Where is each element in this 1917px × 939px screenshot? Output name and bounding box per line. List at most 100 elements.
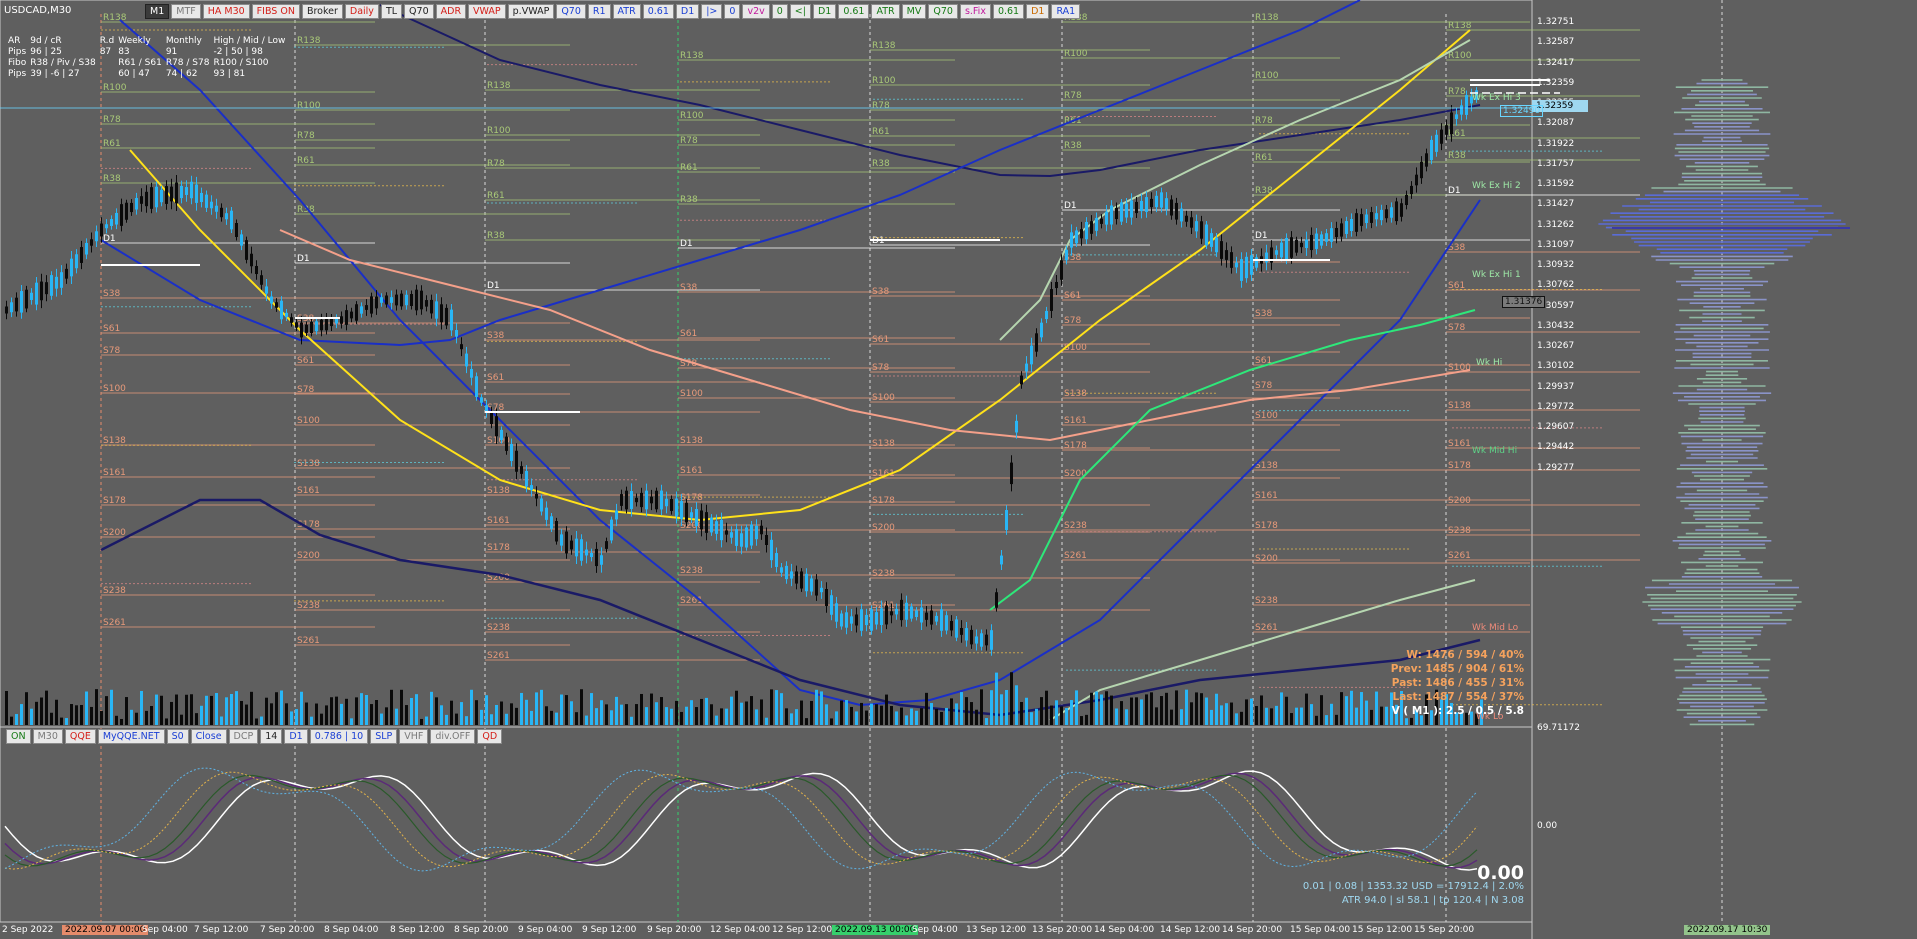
indicator-button-4[interactable]: S0 xyxy=(166,729,189,744)
indicator-button-1[interactable]: M30 xyxy=(32,729,63,744)
toolbar-button-26[interactable]: s.Fix xyxy=(959,4,991,19)
volume-bar xyxy=(1050,705,1053,725)
toolbar-button-17[interactable]: 0 xyxy=(724,4,741,19)
toolbar-button-16[interactable]: |> xyxy=(701,4,723,19)
toolbar-button-12[interactable]: R1 xyxy=(587,4,611,19)
toolbar-button-0[interactable]: M1 xyxy=(145,4,170,19)
candle-body xyxy=(60,272,63,288)
toolbar-button-18[interactable]: v2v xyxy=(742,4,770,19)
toolbar-button-29[interactable]: RA1 xyxy=(1051,4,1081,19)
candle-body xyxy=(615,510,618,520)
indicator-button-0[interactable]: ON xyxy=(6,729,31,744)
volume-bar xyxy=(585,715,588,725)
indicator-button-5[interactable]: Close xyxy=(190,729,227,744)
toolbar-button-4[interactable]: Broker xyxy=(301,4,343,19)
candle-body xyxy=(1305,239,1308,249)
stats-cell xyxy=(100,58,119,69)
indicator-button-10[interactable]: SLP xyxy=(370,729,398,744)
pivot-label: R138 xyxy=(1255,13,1279,23)
candle-body xyxy=(1365,214,1368,224)
toolbar-button-1[interactable]: MTF xyxy=(171,4,201,19)
price-tag-mid: 1.31376 xyxy=(1502,296,1546,308)
indicator-button-3[interactable]: MyQQE.NET xyxy=(97,729,165,744)
volume-bar xyxy=(875,704,878,725)
wk-mid-lo-label: Wk Mid Lo xyxy=(1472,623,1519,633)
toolbar-button-11[interactable]: Q70 xyxy=(556,4,586,19)
candle-body xyxy=(595,548,598,567)
volume-bar xyxy=(550,710,553,725)
toolbar-button-6[interactable]: TL xyxy=(380,4,403,19)
chart-area[interactable]: R138 R100 R78 R61 R38 D1 S38 S61 S78 S100 S138 S161… xyxy=(0,0,1917,939)
indicator-button-7[interactable]: 14 xyxy=(260,729,283,744)
stats-cell: High / Mid / Low xyxy=(213,36,286,46)
toolbar-button-22[interactable]: 0.61 xyxy=(838,4,870,19)
candle-body xyxy=(1050,289,1053,311)
price-tag-high: 1.32490 xyxy=(1500,105,1544,117)
toolbar-button-24[interactable]: MV xyxy=(901,4,927,19)
indicator-button-6[interactable]: DCP xyxy=(228,729,259,744)
volume-bar xyxy=(1130,697,1133,725)
indicator-button-11[interactable]: VHF xyxy=(399,729,429,744)
candle-body xyxy=(555,521,558,542)
volume-bar xyxy=(1140,699,1143,725)
candle-body xyxy=(1140,200,1143,212)
candle-body xyxy=(1460,105,1463,115)
toolbar-button-21[interactable]: D1 xyxy=(812,4,837,19)
candle-body xyxy=(1130,200,1133,218)
volume-bar xyxy=(105,696,108,725)
volume-bar xyxy=(440,705,443,725)
pivot-label: R100 xyxy=(1064,49,1088,59)
pivot-label: S138 xyxy=(680,436,703,446)
toolbar-button-8[interactable]: ADR xyxy=(435,4,467,19)
candle-body xyxy=(325,317,328,331)
toolbar-button-20[interactable]: <| xyxy=(789,4,811,19)
stats-row: Pips 96 | 25 87 83 91 -2 | 50 | 98 xyxy=(8,47,289,58)
candle-body xyxy=(405,294,408,306)
volume-bar xyxy=(830,718,833,725)
candle-body xyxy=(1355,213,1358,232)
toolbar-button-25[interactable]: Q70 xyxy=(928,4,958,19)
toolbar-button-15[interactable]: D1 xyxy=(675,4,700,19)
chart-canvas[interactable]: R138R100R78R61R38D1S38S61S78S100S138S161… xyxy=(0,0,1917,939)
wk-ex-hi-2-label: Wk Ex Hi 2 xyxy=(1472,181,1521,191)
volume-bar xyxy=(140,690,143,725)
toolbar-button-23[interactable]: ATR xyxy=(871,4,900,19)
volume-bar xyxy=(575,712,578,725)
volume-bar xyxy=(60,717,63,725)
candle-body xyxy=(990,630,993,650)
toolbar-button-19[interactable]: 0 xyxy=(771,4,788,19)
toolbar-button-5[interactable]: Daily xyxy=(344,4,379,19)
candle-body xyxy=(455,330,458,337)
volume-stat-m1: V ( M1 ): 2.5 / 0.5 / 5.8 xyxy=(1391,705,1524,717)
indicator-button-12[interactable]: div.OFF xyxy=(430,729,476,744)
toolbar-button-3[interactable]: FIBS ON xyxy=(251,4,300,19)
stats-cell: Weekly xyxy=(118,36,151,46)
candle-body xyxy=(1075,230,1078,244)
indicator-button-8[interactable]: D1 xyxy=(284,729,308,744)
toolbar-button-13[interactable]: ATR xyxy=(612,4,641,19)
indicator-button-2[interactable]: QQE xyxy=(64,729,96,744)
stats-cell: 91 xyxy=(165,47,178,57)
toolbar-button-27[interactable]: 0.61 xyxy=(992,4,1025,19)
candle-body xyxy=(1285,237,1288,260)
pivot-label: S200 xyxy=(297,551,320,561)
volume-bar xyxy=(765,717,768,725)
indicator-button-9[interactable]: 0.786 | 10 xyxy=(309,729,369,744)
volume-bar xyxy=(785,708,788,725)
volume-bar xyxy=(350,718,353,725)
indicator-button-13[interactable]: QD xyxy=(477,729,503,744)
toolbar-button-14[interactable]: 0.61 xyxy=(642,4,674,19)
toolbar-button-9[interactable]: VWAP xyxy=(468,4,506,19)
volume-bar xyxy=(335,696,338,725)
candle-body xyxy=(1255,257,1258,268)
toolbar-button-10[interactable]: p.VWAP xyxy=(507,4,555,19)
candle-body xyxy=(690,512,693,518)
pivot-label: S261 xyxy=(103,618,126,628)
volume-bar xyxy=(895,711,898,725)
candle-body xyxy=(520,466,523,474)
toolbar-button-28[interactable]: D1 xyxy=(1026,4,1050,19)
toolbar-button-2[interactable]: HA M30 xyxy=(202,4,250,19)
price-axis-label: 1.30267 xyxy=(1537,341,1575,351)
volume-bar xyxy=(1180,709,1183,725)
toolbar-button-7[interactable]: Q70 xyxy=(404,4,434,19)
